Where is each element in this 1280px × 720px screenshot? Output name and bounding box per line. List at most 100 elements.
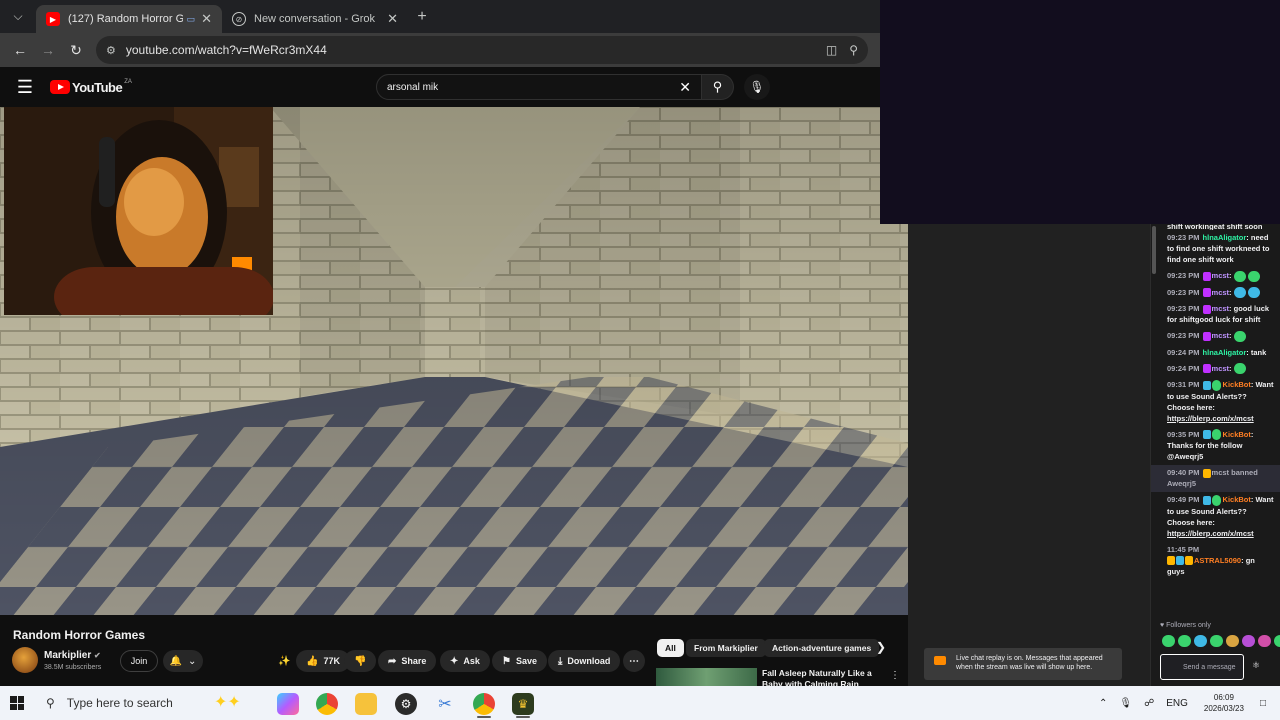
chat-replay-notice: Live chat replay is on. Messages that ap…	[924, 648, 1122, 680]
dislike-button[interactable]: 👎	[344, 650, 377, 672]
streamer-webcam	[4, 107, 273, 315]
site-info-icon[interactable]: ⚙	[106, 44, 116, 57]
screen: ⌵ ▶ (127) Random Horror Game ▭ ✕ ⊘ New c…	[0, 0, 1280, 720]
new-tab-button[interactable]: +	[408, 8, 436, 26]
thumbs-up-icon: 👍	[306, 655, 319, 667]
badge-icon	[1185, 556, 1193, 566]
tab-title: (127) Random Horror Game	[68, 13, 183, 25]
ask-button[interactable]: ✦ Ask	[440, 650, 490, 672]
sparkle-icon: ✦	[450, 655, 459, 667]
share-button[interactable]: ➦ Share	[378, 650, 437, 672]
chevron-up-icon[interactable]: ⌃	[1099, 698, 1107, 709]
reload-button[interactable]: ↻	[62, 36, 90, 64]
subscriber-count: 38.5M subscribers	[44, 664, 102, 671]
install-app-icon[interactable]: ◫	[826, 43, 837, 57]
chat-message: 09:23 PM hlnaAligator: need to find one s…	[1167, 233, 1270, 264]
close-tab-icon[interactable]: ✕	[201, 11, 212, 27]
search-highlight-icon[interactable]: ✦✦	[214, 692, 241, 712]
close-tab-icon[interactable]: ✕	[387, 11, 398, 27]
subscriber-badge-icon	[1202, 331, 1211, 341]
chrome-icon[interactable]	[316, 693, 338, 715]
logo-text: YouTube	[72, 79, 123, 95]
chat-settings-icon[interactable]: ⚛	[1252, 660, 1260, 671]
notifications-icon[interactable]: □	[1260, 698, 1266, 709]
channel-name[interactable]: Markiplier ✔	[44, 650, 101, 661]
chat-message-cut: shift workingeat shift soon	[1167, 224, 1263, 230]
taskbar-search[interactable]: ⚲ Type here to search	[34, 686, 234, 720]
like-button[interactable]: 👍 77K	[296, 650, 350, 672]
recommendation-title[interactable]: Fall Asleep Naturally Like a Baby with C…	[762, 668, 884, 686]
hamburger-menu-icon[interactable]: ☰	[0, 77, 50, 98]
microphone-icon[interactable]: 🎙	[1119, 698, 1132, 709]
forward-button[interactable]: →	[34, 36, 62, 64]
more-actions-button[interactable]: ⋯	[623, 650, 645, 672]
emote-icon[interactable]	[1194, 635, 1207, 647]
tab-youtube[interactable]: ▶ (127) Random Horror Game ▭ ✕	[36, 5, 222, 33]
chat-message: 09:23 PM mcst:	[1151, 328, 1280, 345]
file-explorer-icon[interactable]	[355, 693, 377, 715]
recommendation-thumbnail[interactable]	[656, 668, 757, 686]
clear-search-icon[interactable]: ✕	[679, 79, 691, 96]
join-button[interactable]: Join	[120, 650, 158, 672]
search-input[interactable]: arsonal mik ✕	[376, 74, 702, 100]
chevron-down-icon: ⌄	[188, 655, 197, 667]
emote-icon[interactable]	[1274, 635, 1280, 647]
search-icon: ⚲	[46, 696, 55, 710]
language-indicator[interactable]: ENG	[1166, 698, 1188, 709]
zoom-icon[interactable]: ⚲	[849, 43, 858, 57]
webcam-image	[4, 107, 273, 315]
youtube-icon: ▶	[46, 12, 60, 26]
chevron-right-icon[interactable]: ❯	[876, 640, 886, 654]
emote-icon	[1247, 270, 1260, 282]
overlay-window	[880, 0, 1280, 224]
address-bar[interactable]: ⚙ youtube.com/watch?v=fWeRcr3mX44 ◫ ⚲	[96, 36, 868, 64]
emote-icon	[1233, 330, 1246, 342]
tab-search-icon[interactable]: ⌵	[0, 0, 36, 33]
game-app-icon[interactable]: ♛	[512, 693, 534, 715]
download-button[interactable]: ⤓ Download	[548, 650, 621, 672]
start-button[interactable]	[0, 686, 34, 720]
chat-message-input[interactable]: Send a message	[1160, 654, 1244, 680]
emote-icon[interactable]	[1258, 635, 1271, 647]
youtube-header: ☰ YouTube ZA arsonal mik ✕ ⚲ 🎙	[0, 67, 880, 107]
snipping-tool-icon[interactable]: ✂	[434, 693, 456, 715]
notification-bell-button[interactable]: 🔔 ⌄	[163, 650, 203, 672]
search-icon: ⚲	[712, 79, 723, 94]
emote-icon[interactable]	[1210, 635, 1223, 647]
back-button[interactable]: ←	[6, 36, 34, 64]
hype-icon: ✨	[278, 655, 291, 667]
emote-icon[interactable]	[1178, 635, 1191, 647]
verified-badge-icon	[1211, 379, 1221, 391]
copilot-icon[interactable]	[277, 693, 299, 715]
windows-taskbar: ⚲ Type here to search	[0, 686, 1280, 720]
chat-message: 09:35 PM KickBot: Thanks for the follow @…	[1167, 429, 1254, 462]
save-button[interactable]: ⚑ Save	[492, 650, 547, 672]
steam-icon[interactable]: ⚙	[395, 693, 417, 715]
chip-all[interactable]: All	[657, 639, 684, 657]
network-icon[interactable]: ☍	[1144, 698, 1154, 709]
search-button[interactable]: ⚲	[702, 74, 734, 100]
address-toolbar: ← → ↻ ⚙ youtube.com/watch?v=fWeRcr3mX44 …	[0, 33, 880, 67]
channel-avatar[interactable]	[12, 647, 38, 673]
chrome-profile-icon[interactable]	[473, 693, 495, 715]
youtube-logo[interactable]: YouTube ZA	[50, 79, 132, 95]
emote-icon[interactable]	[1226, 635, 1239, 647]
clock[interactable]: 06:09 2026/03/23	[1204, 692, 1244, 714]
grok-icon: ⊘	[232, 12, 246, 26]
search-value: arsonal mik	[387, 81, 439, 93]
chat-message: 09:24 PM mcst:	[1151, 361, 1280, 378]
chip-from-markiplier[interactable]: From Markiplier	[686, 639, 766, 657]
chat-message: 09:49 PM KickBot: Want to use Sound Alert…	[1167, 494, 1274, 538]
emote-icon[interactable]	[1242, 635, 1255, 647]
system-tray: ⌃ 🎙 ☍ ENG 06:09 2026/03/23 □	[1093, 686, 1280, 720]
chip-action-adventure[interactable]: Action-adventure games	[764, 639, 880, 657]
hype-button[interactable]: ✨	[272, 650, 296, 672]
browser-tab-bar: ⌵ ▶ (127) Random Horror Game ▭ ✕ ⊘ New c…	[0, 0, 880, 33]
voice-search-button[interactable]: 🎙	[744, 74, 770, 100]
tab-grok[interactable]: ⊘ New conversation - Grok ✕	[222, 5, 408, 33]
recommendation-menu-icon[interactable]: ⋮	[890, 670, 900, 681]
emote-icon[interactable]	[1162, 635, 1175, 647]
search-bar: arsonal mik ✕ ⚲ 🎙	[376, 74, 770, 100]
chat-scrollbar[interactable]	[1152, 226, 1156, 274]
active-app-indicator	[477, 716, 491, 718]
